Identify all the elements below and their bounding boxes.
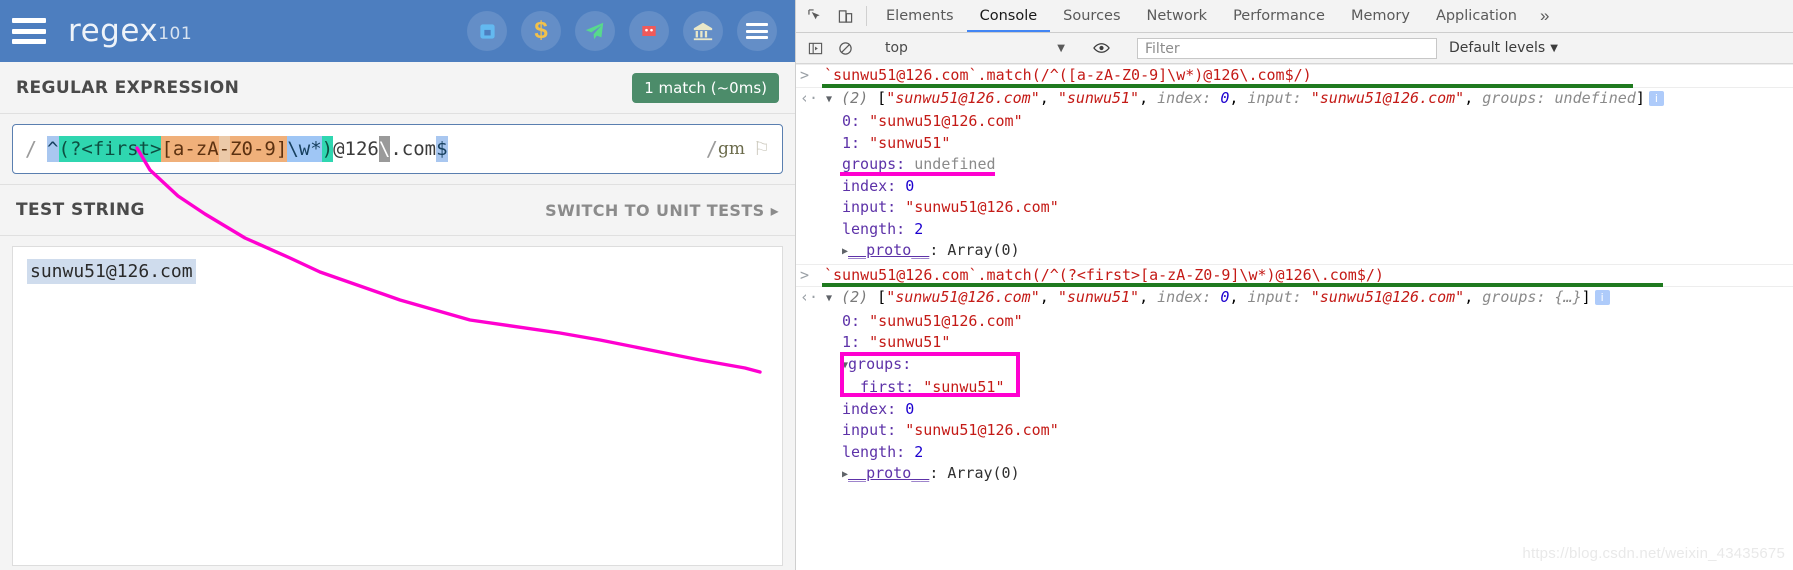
info-icon[interactable]: i [1594,290,1610,305]
console-result-summary[interactable]: ‹· ▼ (2) ["sunwu51@126.com", "sunwu51", i… [796,287,1793,311]
test-string-value: sunwu51@126.com [27,259,196,284]
regex101-header: regex101 $ [0,0,795,62]
devtools-tabbar: Elements Console Sources Network Performance… [796,0,1793,33]
regex-section-title: REGULAR EXPRESSION [16,77,240,98]
dollar-icon[interactable]: $ [521,11,561,51]
console-property-list: 0: "sunwu51@126.com" 1: "sunwu51" groups: … [796,111,1793,264]
tabbar-divider [866,6,867,26]
chevron-down-icon: ▼ [1057,42,1065,54]
console-property: index: 0 [842,399,915,418]
regex-pattern[interactable]: ^(?<first>[a-zA-Z0-9]\w*)@126\.com$ [47,135,696,162]
regex-token-1: (?<first> [58,135,162,162]
devtools-tab-list: Elements Console Sources Network Performance… [873,0,1530,32]
regex-input-box[interactable]: / ^(?<first>[a-zA-Z0-9]\w*)@126\.com$ / … [12,124,783,174]
regex-token-9: .com [390,137,437,160]
regex-token-7: @126 [333,137,379,160]
console-property: ▶__proto__: Array(0) [796,463,1793,487]
test-section-title: TEST STRING [16,200,145,220]
console-toolbar: top ▼ Filter Default levels ▼ [796,33,1793,64]
clear-console-icon[interactable] [830,41,860,56]
expand-triangle-icon[interactable]: ▼ [826,89,832,111]
expand-triangle-icon[interactable]: ▶ [842,464,848,486]
screenshot-root: regex101 $ REGULAR EXPRESSION 1 match (~… [0,0,1793,570]
twitter-icon[interactable] [467,11,507,51]
logo-superscript: 101 [158,24,193,44]
console-property: 1: "sunwu51" [842,133,951,152]
header-icon-group: $ [467,11,777,51]
log-levels-value: Default levels [1449,40,1546,56]
info-icon[interactable]: i [1648,90,1664,106]
watermark-text: https://blog.csdn.net/weixin_43435675 [1522,545,1785,562]
console-property: input: "sunwu51@126.com" [842,421,1059,439]
inspect-element-icon[interactable] [800,0,830,32]
log-levels-select[interactable]: Default levels ▼ [1449,40,1558,56]
console-property: 0: "sunwu51@126.com" [842,112,1023,130]
console-command[interactable]: > `sunwu51@126.com`.match(/^(?<first>[a-z… [796,263,1793,287]
tab-sources[interactable]: Sources [1050,0,1133,32]
match-count-badge: 1 match (~0ms) [632,72,779,103]
regex-close-slash: / [705,137,718,161]
console-command[interactable]: > `sunwu51@126.com`.match(/^([a-zA-Z0-9]\… [796,64,1793,88]
tab-elements[interactable]: Elements [873,0,967,32]
expand-triangle-icon[interactable]: ▼ [826,288,832,310]
console-property: first: "sunwu51" [860,378,1005,396]
chevron-down-icon: ▼ [1550,42,1558,54]
regex-token-3: - [218,135,231,162]
regex101-pane: regex101 $ REGULAR EXPRESSION 1 match (~… [0,0,795,570]
logo-text: regex [68,13,159,49]
filter-input[interactable]: Filter [1137,37,1437,59]
live-expression-icon[interactable] [1086,41,1116,55]
regex-token-6: ) [321,135,334,162]
console-output[interactable]: > `sunwu51@126.com`.match(/^([a-zA-Z0-9]\… [796,64,1793,570]
console-property: 1: "sunwu51" [842,333,951,351]
more-tabs-icon[interactable]: » [1530,0,1559,32]
menu-icon[interactable] [737,11,777,51]
switch-to-unit-tests-link[interactable]: SWITCH TO UNIT TESTS ▸ [545,201,779,220]
console-property: length: 2 [842,219,924,238]
console-sidebar-icon[interactable] [800,41,830,56]
console-property: 0: "sunwu51@126.com" [842,311,1023,330]
prompt-arrow-icon: > [800,265,810,284]
console-property: input: "sunwu51@126.com" [842,198,1059,216]
regex-token-2: [a-zA [161,135,219,162]
devtools-pane: Elements Console Sources Network Performance… [795,0,1793,570]
result-arrow-icon: ‹· [800,88,819,107]
tab-console[interactable]: Console [967,0,1051,32]
regex101-logo: regex101 [68,13,192,49]
flag-icon[interactable]: ⚐ [753,138,770,161]
telegram-send-icon[interactable] [575,11,615,51]
execution-context-select[interactable]: top ▼ [877,37,1073,59]
tab-performance[interactable]: Performance [1220,0,1338,32]
regex-section-header: REGULAR EXPRESSION 1 match (~0ms) [0,62,795,114]
console-result-summary[interactable]: ‹· ▼ (2) ["sunwu51@126.com", "sunwu51", i… [796,88,1793,112]
test-string-box[interactable]: sunwu51@126.com [12,246,783,566]
console-property: ▶__proto__: Array(0) [796,240,1793,264]
console-property: length: 2 [842,442,924,461]
device-toolbar-icon[interactable] [830,0,860,32]
console-property: ▼groups: [796,354,1793,378]
prompt-arrow-icon: > [800,66,810,84]
expand-triangle-icon[interactable]: ▼ [842,355,848,377]
regex-token-4: Z0-9] [230,135,288,162]
regex-token-8: \ [378,135,391,162]
test-section-header: TEST STRING SWITCH TO UNIT TESTS ▸ [0,184,795,236]
regex-open-slash: / [25,137,38,161]
hamburger-icon[interactable] [12,18,46,44]
regex-token-0: ^ [47,135,59,162]
bank-donate-icon[interactable] [683,11,723,51]
github-cat-icon[interactable] [629,11,669,51]
console-property: index: 0 [842,176,915,195]
execution-context-value: top [885,40,908,56]
tab-application[interactable]: Application [1423,0,1530,32]
regex-token-10: $ [436,135,448,162]
console-property: groups: undefined [796,154,1793,176]
regex-token-5: \w* [287,135,322,162]
console-property-list: 0: "sunwu51@126.com" 1: "sunwu51" ▼groups:… [796,311,1793,487]
tab-network[interactable]: Network [1134,0,1221,32]
expand-triangle-icon[interactable]: ▶ [842,241,848,263]
tab-memory[interactable]: Memory [1338,0,1423,32]
regex-flags[interactable]: gm [718,139,745,159]
result-arrow-icon: ‹· [800,288,819,306]
